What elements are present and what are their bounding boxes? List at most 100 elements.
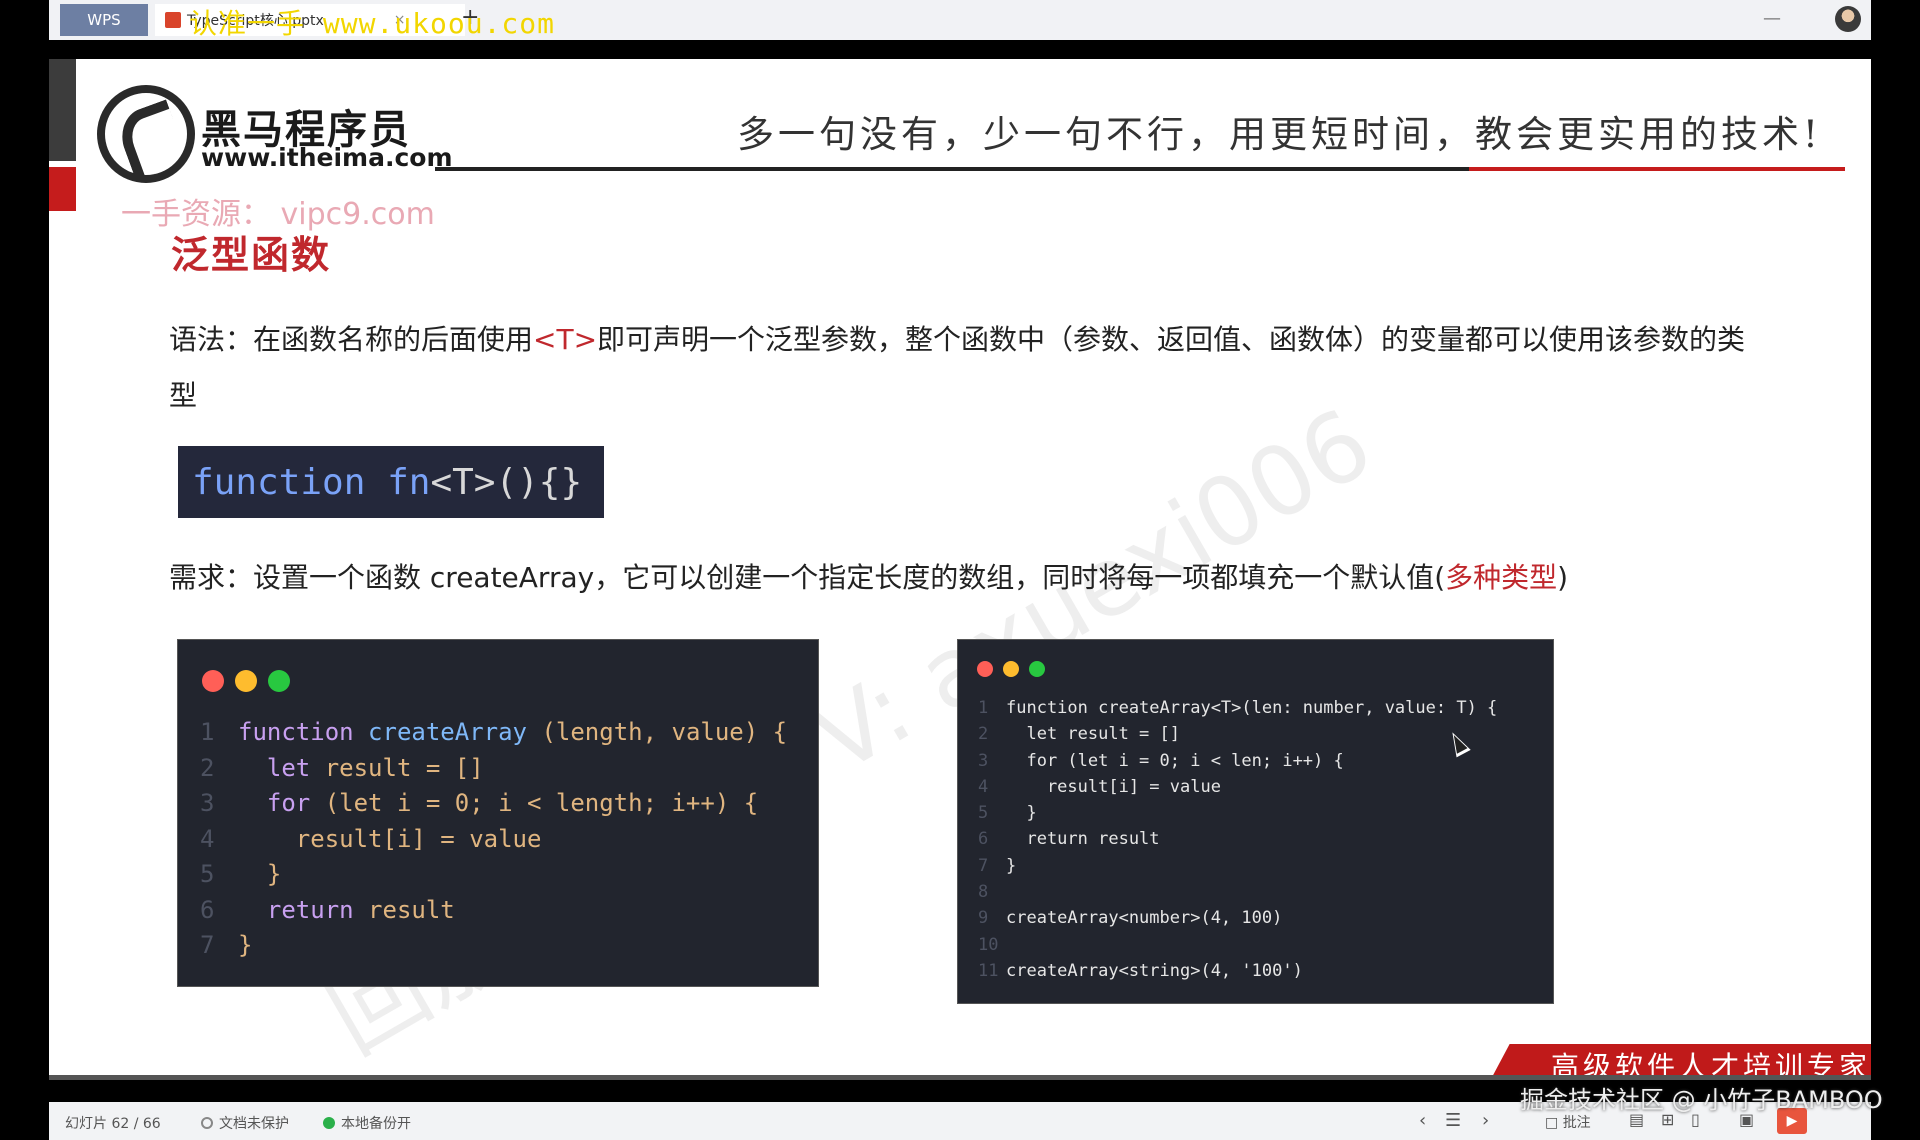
minimize-dot-icon	[235, 670, 257, 692]
slide-canvas: 黑马程序员 www.itheima.com 多一句没有，少一句不行，用更短时间，…	[49, 59, 1871, 1080]
code-keyword: function	[238, 718, 354, 746]
code-function-name: createArray	[368, 718, 527, 746]
brand-url: www.itheima.com	[201, 143, 453, 172]
code-line: 6 return result	[978, 826, 1497, 852]
code-line: 7}	[978, 853, 1497, 879]
code-keyword: for	[238, 789, 311, 817]
header-divider-accent	[1469, 167, 1845, 171]
app-window: WPS TypeScript核心.pptx × + 认准一手 www.ukoou…	[0, 0, 1920, 1140]
title-bar: WPS TypeScript核心.pptx × + 认准一手 www.ukoou…	[49, 0, 1871, 40]
code-text: return result	[1006, 829, 1160, 850]
window-controls	[202, 670, 290, 692]
requirement-accent: 多种类型	[1445, 561, 1558, 594]
window-controls	[977, 661, 1045, 677]
line-number: 11	[978, 960, 999, 981]
minimize-dot-icon	[1003, 661, 1019, 677]
code-block-plain: 1 function createArray (length, value) { 2…	[200, 715, 787, 964]
code-window-plain: 1 function createArray (length, value) { 2…	[177, 639, 819, 987]
code-line: 8	[978, 879, 1497, 905]
code-keyword: let	[238, 753, 311, 782]
doc-protect-label: 文档未保护	[219, 1116, 289, 1132]
prev-slide-button[interactable]: ‹	[1419, 1110, 1426, 1131]
line-number: 6	[200, 895, 215, 924]
syntax-code-box: function fn <T>(){}	[178, 446, 604, 518]
code-line: 4 result[i] = value	[978, 774, 1497, 800]
code-rest: (let i = 0; i < length; i++) {	[310, 789, 759, 817]
code-rest: (length, value) {	[527, 718, 788, 746]
minimize-button[interactable]: —	[1763, 8, 1781, 29]
code-text: }	[1006, 855, 1017, 876]
code-line: 2 let result = []	[978, 721, 1497, 747]
code-line: 1 function createArray<T>(len: number, va…	[978, 695, 1497, 721]
maximize-dot-icon	[268, 670, 290, 692]
code-line: 2 let result = []	[200, 751, 787, 787]
line-number: 6	[978, 829, 989, 850]
code-rest: }	[238, 860, 282, 888]
code-text: let result = []	[1006, 724, 1180, 745]
code-line: 9 createArray<number>(4, 100)	[978, 905, 1497, 931]
code-line: 4 result[i] = value	[200, 822, 787, 858]
requirement-suffix: )	[1557, 561, 1569, 594]
header-slogan: 多一句没有，少一句不行，用更短时间，教会更实用的技术!	[737, 113, 1822, 156]
code-text: result[i] = value	[1006, 776, 1221, 797]
line-number: 3	[978, 750, 989, 771]
outline-list-button[interactable]: ☰	[1445, 1110, 1461, 1131]
decor-bar-red	[49, 167, 76, 211]
line-number: 7	[978, 855, 989, 876]
syntax-code-keyword: function	[192, 461, 366, 503]
code-window-generic: 1 function createArray<T>(len: number, va…	[957, 639, 1554, 1004]
line-number: 10	[978, 934, 999, 955]
code-block-generic: 1 function createArray<T>(len: number, va…	[978, 695, 1497, 984]
line-number: 7	[200, 931, 215, 959]
code-rest: }	[238, 931, 253, 959]
local-backup-label: 本地备份开	[341, 1116, 411, 1132]
code-line: 7}	[200, 928, 787, 964]
code-rest: result[i] = value	[238, 824, 542, 853]
line-number: 1	[200, 718, 215, 746]
syntax-description: 语法：在函数名称的后面使用<T>即可声明一个泛型参数，整个函数中（参数、返回值、…	[169, 312, 1749, 424]
line-number: 2	[200, 753, 215, 782]
decor-bar-dark	[49, 59, 76, 161]
syntax-accent: <T>	[533, 323, 598, 356]
line-number: 8	[978, 882, 989, 903]
code-text: createArray<string>(4, '100')	[1006, 960, 1303, 981]
code-line: 5 }	[200, 857, 787, 893]
code-line: 1 function createArray (length, value) {	[200, 715, 787, 751]
line-number: 4	[978, 776, 989, 797]
next-slide-button[interactable]: ›	[1482, 1110, 1489, 1131]
code-line: 3 for (let i = 0; i < length; i++) {	[200, 786, 787, 822]
shield-icon	[201, 1117, 213, 1129]
line-number: 2	[978, 724, 989, 745]
ppt-file-icon	[165, 12, 181, 28]
slide-counter[interactable]: 幻灯片 62 / 66	[65, 1113, 161, 1133]
backup-ok-icon	[323, 1117, 335, 1129]
code-line: 11 createArray<string>(4, '100')	[978, 958, 1497, 984]
comment-icon: □	[1545, 1115, 1563, 1131]
close-dot-icon	[202, 670, 224, 692]
code-text: }	[1006, 803, 1037, 824]
comment-label: 批注	[1562, 1115, 1591, 1131]
syntax-code-fn: fn	[387, 461, 431, 503]
line-number: 5	[978, 803, 989, 824]
horse-logo-icon	[97, 85, 195, 183]
local-backup-status[interactable]: 本地备份开	[323, 1113, 411, 1133]
close-dot-icon	[977, 661, 993, 677]
comment-button[interactable]: □ 批注	[1545, 1112, 1591, 1132]
syntax-code-rest: <T>(){}	[430, 461, 583, 503]
code-text: createArray<number>(4, 100)	[1006, 908, 1283, 929]
doc-protect-status[interactable]: 文档未保护	[201, 1113, 289, 1133]
code-rest: result	[353, 895, 455, 924]
code-text: function createArray<T>(len: number, val…	[1006, 698, 1498, 718]
code-line: 5 }	[978, 800, 1497, 826]
requirement-prefix: 需求：设置一个函数 createArray，它可以创建一个指定长度的数组，同时将…	[169, 561, 1446, 594]
maximize-dot-icon	[1029, 661, 1045, 677]
code-line: 3 for (let i = 0; i < len; i++) {	[978, 748, 1497, 774]
code-line: 10	[978, 932, 1497, 958]
slide-title: 泛型函数	[171, 233, 332, 277]
code-keyword: return	[238, 895, 354, 924]
line-number: 1	[978, 698, 989, 718]
wps-home-tab[interactable]: WPS	[60, 4, 148, 36]
code-rest: result = []	[310, 753, 484, 782]
avatar[interactable]	[1835, 6, 1861, 32]
line-number: 3	[200, 789, 215, 817]
